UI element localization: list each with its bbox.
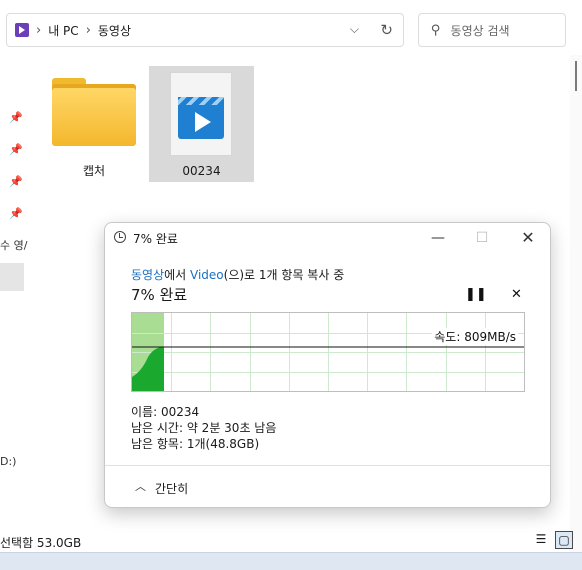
sidebar-item-label[interactable]: D:): [0, 455, 16, 468]
dialog-footer: ︿ 간단히: [105, 465, 550, 509]
search-input[interactable]: ⚲ 동영상 검색: [418, 13, 566, 47]
file-name-line: 이름: 00234: [131, 405, 200, 419]
file-tile-video[interactable]: 00234: [149, 66, 254, 182]
video-library-icon: [15, 23, 29, 37]
search-icon: ⚲: [431, 22, 441, 38]
file-tile-folder[interactable]: 캡처: [44, 66, 144, 182]
clock-icon: [114, 231, 126, 243]
dialog-titlebar[interactable]: 7% 완료 — ☐ ✕: [105, 223, 550, 253]
fewer-details-button[interactable]: 간단히: [155, 480, 188, 497]
chevron-right-icon[interactable]: ›: [36, 23, 41, 38]
pin-icon[interactable]: 📌: [9, 207, 23, 220]
video-file-icon: [170, 72, 232, 156]
pin-icon[interactable]: 📌: [9, 111, 23, 124]
file-name: 00234: [182, 164, 221, 178]
close-button[interactable]: ✕: [513, 227, 543, 249]
items-remaining: 남은 항목: 1개(48.8GB): [131, 437, 260, 451]
pin-icon[interactable]: 📌: [9, 143, 23, 156]
address-bar[interactable]: › 내 PC › 동영상 ⌵ ↻: [6, 13, 404, 47]
time-remaining: 남은 시간: 약 2분 30초 남음: [131, 421, 277, 435]
status-bar-selection: 선택함 53.0GB: [0, 536, 82, 550]
copy-description: 동영상에서 Video(으)로 1개 항목 복사 중: [131, 266, 344, 283]
scrollbar-thumb[interactable]: [575, 61, 577, 91]
breadcrumb-videos[interactable]: 동영상: [98, 22, 131, 39]
folder-icon: [52, 78, 136, 146]
details-view-button[interactable]: ☰: [532, 531, 550, 549]
chevron-right-icon[interactable]: ›: [86, 23, 91, 38]
copy-text: (으)로 1개 항목 복사 중: [223, 268, 345, 282]
speed-label: 속도: 809MB/s: [432, 328, 518, 345]
taskbar: [0, 552, 582, 570]
scrollbar[interactable]: [570, 55, 582, 552]
chevron-up-icon[interactable]: ︿: [135, 478, 146, 494]
file-name: 캡처: [82, 164, 106, 178]
pin-icon[interactable]: 📌: [9, 175, 23, 188]
pause-button[interactable]: ❚❚: [465, 287, 487, 302]
sidebar-item-selected[interactable]: [0, 263, 24, 291]
search-placeholder: 동영상 검색: [450, 23, 510, 38]
minimize-button[interactable]: —: [423, 227, 453, 249]
tiles-view-button[interactable]: ▢: [555, 531, 573, 549]
copy-progress-dialog: 7% 완료 — ☐ ✕ 동영상에서 Video(으)로 1개 항목 복사 중 7…: [104, 222, 551, 508]
refresh-icon[interactable]: ↻: [380, 21, 393, 39]
chevron-down-icon[interactable]: ⌵: [350, 22, 359, 37]
destination-link[interactable]: Video: [190, 268, 224, 282]
dialog-title: 7% 완료: [133, 232, 178, 246]
graph-grid: [132, 313, 524, 391]
maximize-button[interactable]: ☐: [467, 227, 497, 249]
transfer-speed-graph: 속도: 809MB/s: [131, 312, 525, 392]
sidebar-item-label[interactable]: 수 영/: [0, 237, 27, 253]
source-link[interactable]: 동영상: [131, 268, 164, 282]
cancel-button[interactable]: ✕: [511, 287, 522, 302]
copy-text: 에서: [164, 268, 191, 282]
percent-complete: 7% 완료: [131, 286, 188, 304]
breadcrumb-this-pc[interactable]: 내 PC: [48, 22, 78, 39]
speed-graph-canvas: [132, 313, 524, 391]
